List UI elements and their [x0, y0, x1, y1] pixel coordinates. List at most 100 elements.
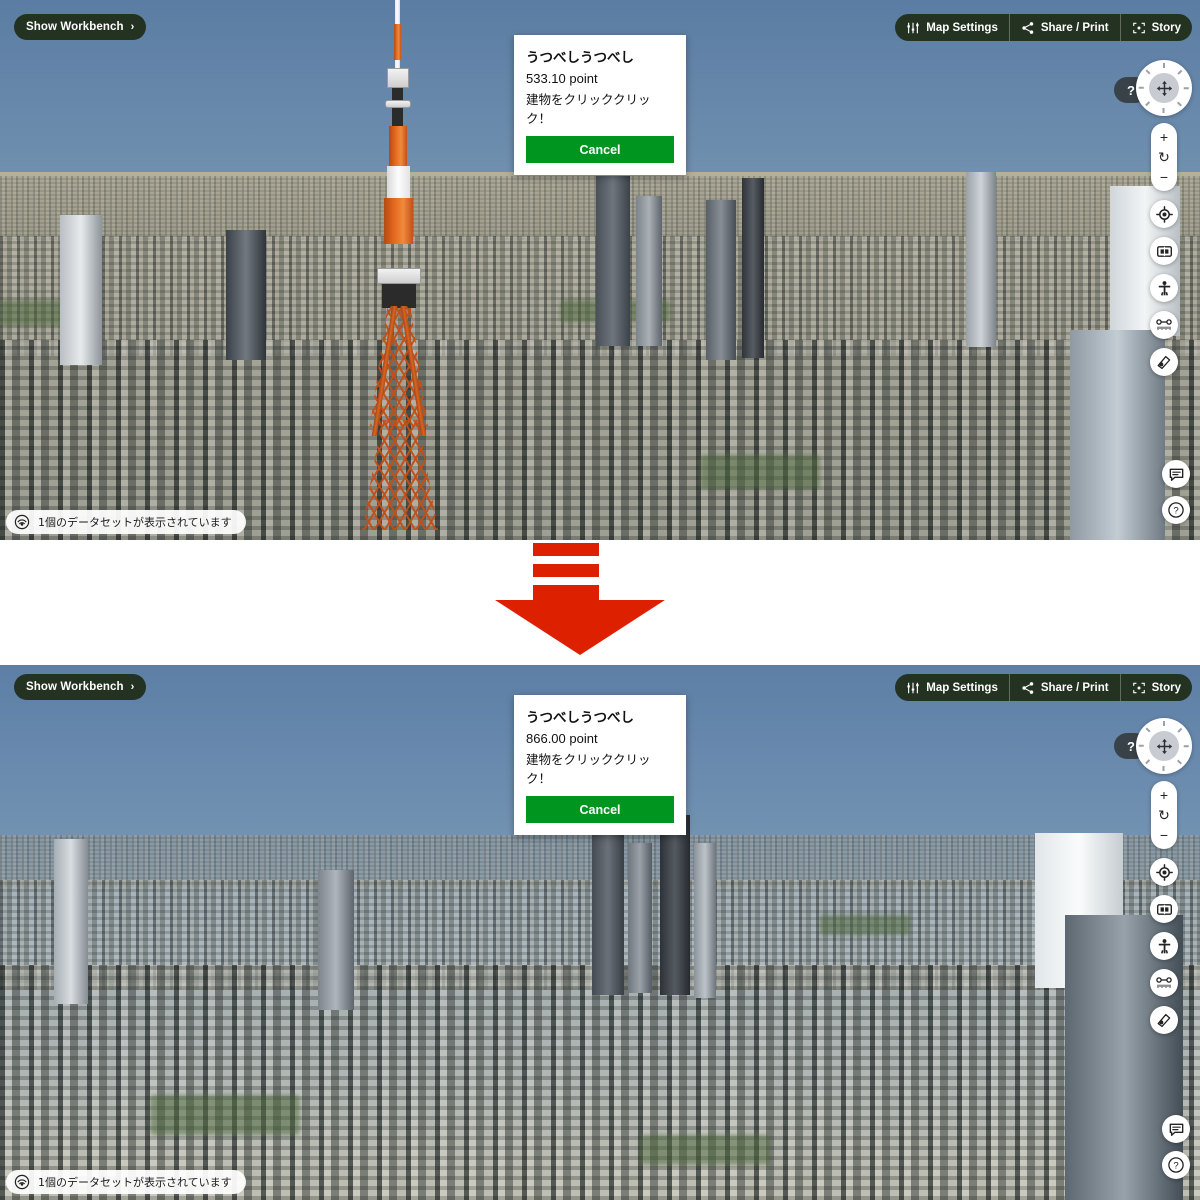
help-button[interactable]: ?: [1162, 1151, 1190, 1179]
share-icon: [1022, 21, 1034, 34]
skyscraper: [694, 843, 716, 998]
show-workbench-button[interactable]: Show Workbench ›: [14, 14, 147, 40]
geolocate-button[interactable]: [1150, 858, 1178, 886]
split-screen-button[interactable]: [1150, 895, 1178, 923]
share-print-label: Share / Print: [1040, 21, 1109, 34]
dataset-status-pill[interactable]: 1個のデータセットが表示されています: [6, 1170, 246, 1194]
popup-message: 建物をクリッククリック！: [526, 752, 651, 786]
measure-tool-button[interactable]: [1150, 311, 1178, 339]
compass-navigation-control[interactable]: [1136, 60, 1192, 116]
down-arrow-transition: [495, 540, 665, 660]
story-button[interactable]: Story: [1119, 14, 1192, 41]
map-settings-button[interactable]: Map Settings: [895, 674, 1009, 701]
bottom-right-tools[interactable]: ?: [1162, 1115, 1190, 1179]
top-right-toolbar[interactable]: Map Settings Share / Print Story: [895, 14, 1192, 41]
chevron-right-icon: ›: [130, 21, 135, 33]
skyscraper: [742, 178, 764, 358]
story-frame-icon: [1132, 22, 1145, 33]
geolocate-icon: [1155, 863, 1173, 881]
map-tool-column[interactable]: + ↻ −: [1136, 718, 1192, 1034]
help-question-icon: ?: [1168, 1157, 1184, 1173]
perspective-icon: [1157, 355, 1171, 370]
perspective-button[interactable]: [1150, 1006, 1178, 1034]
sliders-icon: [907, 682, 919, 693]
arrow-bar-top: [533, 543, 599, 556]
bottom-right-tools[interactable]: ?: [1162, 460, 1190, 524]
share-icon: [1022, 681, 1034, 694]
split-screen-button[interactable]: [1150, 237, 1178, 265]
map-tool-column[interactable]: + ↻ −: [1136, 60, 1192, 376]
arrow-bar-bottom: [533, 564, 599, 577]
pedestrian-icon: [1158, 938, 1170, 954]
cancel-button[interactable]: Cancel: [526, 136, 674, 163]
popup-points: 533.10 point: [526, 71, 598, 86]
zoom-out-button[interactable]: −: [1151, 167, 1177, 187]
compass-move-icon[interactable]: [1149, 731, 1179, 761]
map-settings-button[interactable]: Map Settings: [895, 14, 1009, 41]
city-near-band: [0, 965, 1200, 1200]
skyscraper: [596, 176, 630, 346]
perspective-button[interactable]: [1150, 348, 1178, 376]
zoom-control[interactable]: + ↻ −: [1151, 781, 1177, 849]
zoom-in-button[interactable]: +: [1151, 785, 1177, 805]
dataset-status-text: 1個のデータセットが表示されています: [38, 1176, 232, 1189]
measure-tool-button[interactable]: [1150, 969, 1178, 997]
share-print-button[interactable]: Share / Print: [1008, 674, 1120, 701]
map-panel-before[interactable]: Show Workbench › Map Settings Share / Pr…: [0, 0, 1200, 540]
share-print-label: Share / Print: [1040, 681, 1109, 694]
top-right-toolbar[interactable]: Map Settings Share / Print Story: [895, 674, 1192, 701]
zoom-in-button[interactable]: +: [1151, 127, 1177, 147]
skyscraper: [660, 815, 690, 995]
map-settings-label: Map Settings: [926, 681, 998, 694]
park-patch: [640, 1135, 770, 1165]
score-popup-after[interactable]: うつべしうつべし 866.00 point 建物をクリッククリック！ Cance…: [514, 695, 686, 835]
arrow-head: [495, 600, 665, 655]
skyscraper: [226, 230, 266, 360]
help-question-icon: ?: [1168, 502, 1184, 518]
svg-text:?: ?: [1173, 506, 1178, 517]
split-screen-icon: [1156, 903, 1172, 915]
zoom-control[interactable]: + ↻ −: [1151, 123, 1177, 191]
feedback-button[interactable]: [1162, 460, 1190, 488]
svg-text:?: ?: [1173, 1161, 1178, 1172]
transition-separator: [0, 540, 1200, 665]
skyscraper: [592, 830, 624, 995]
popup-title: うつべしうつべし: [526, 50, 634, 66]
compass-navigation-control[interactable]: [1136, 718, 1192, 774]
measure-tool-icon: [1156, 319, 1172, 330]
pedestrian-button[interactable]: [1150, 274, 1178, 302]
story-button[interactable]: Story: [1119, 674, 1192, 701]
park-patch: [150, 1095, 300, 1135]
geolocate-button[interactable]: [1150, 200, 1178, 228]
show-workbench-button[interactable]: Show Workbench ›: [14, 674, 147, 700]
story-frame-icon: [1132, 682, 1145, 693]
help-button[interactable]: ?: [1162, 496, 1190, 524]
dataset-status-pill[interactable]: 1個のデータセットが表示されています: [6, 510, 246, 534]
workbench-label: Show Workbench: [26, 21, 124, 33]
zoom-out-button[interactable]: −: [1151, 825, 1177, 845]
pedestrian-icon: [1158, 280, 1170, 296]
perspective-icon: [1157, 1013, 1171, 1028]
share-print-button[interactable]: Share / Print: [1008, 14, 1120, 41]
zoom-reset-button[interactable]: ↻: [1151, 805, 1177, 825]
skyscraper: [318, 870, 354, 1010]
help-badge-label: ?: [1127, 738, 1135, 754]
skyscraper: [706, 200, 736, 360]
story-label: Story: [1151, 681, 1181, 694]
feedback-button[interactable]: [1162, 1115, 1190, 1143]
park-patch: [820, 915, 910, 935]
map-panel-after[interactable]: Show Workbench › Map Settings Share / Pr…: [0, 665, 1200, 1200]
cancel-button[interactable]: Cancel: [526, 796, 674, 823]
measure-tool-icon: [1156, 977, 1172, 988]
compass-move-icon[interactable]: [1149, 73, 1179, 103]
score-popup-before[interactable]: うつべしうつべし 533.10 point 建物をクリッククリック！ Cance…: [514, 35, 686, 175]
pedestrian-button[interactable]: [1150, 932, 1178, 960]
story-label: Story: [1151, 21, 1181, 34]
popup-title: うつべしうつべし: [526, 710, 634, 726]
split-screen-icon: [1156, 245, 1172, 257]
zoom-reset-button[interactable]: ↻: [1151, 147, 1177, 167]
skyscraper: [636, 196, 662, 346]
sliders-icon: [907, 22, 919, 33]
park-patch: [700, 455, 820, 489]
popup-message: 建物をクリッククリック！: [526, 92, 651, 126]
